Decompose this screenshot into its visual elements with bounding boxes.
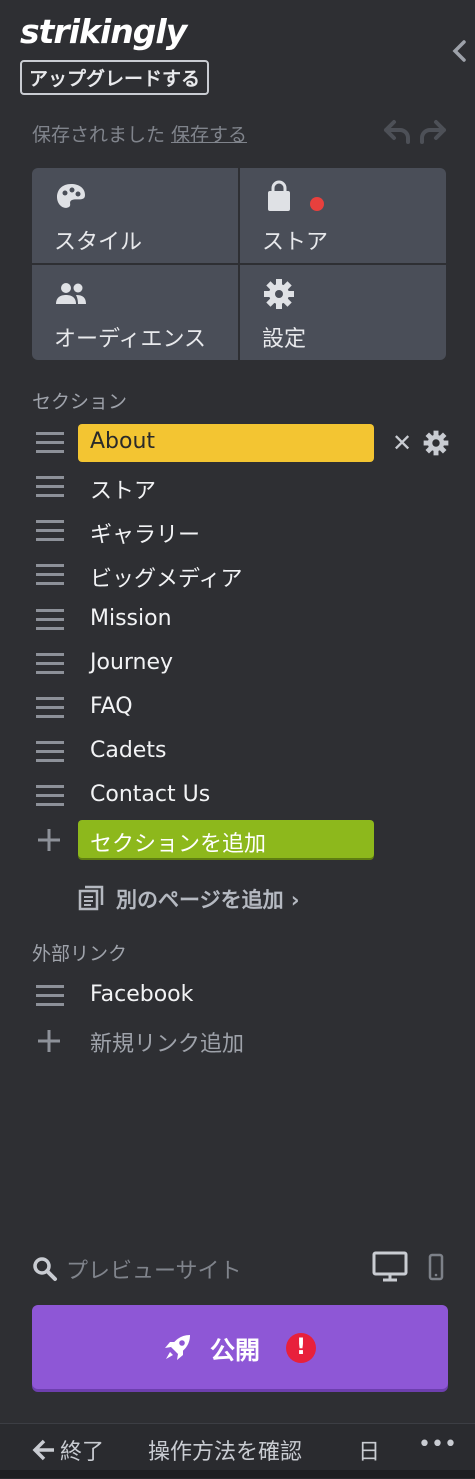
add-section-button[interactable]: セクションを追加 [78,820,374,858]
add-section-row[interactable]: セクションを追加 [0,819,475,859]
upgrade-button[interactable]: アップグレードする [20,60,210,95]
section-label: About [90,429,156,454]
settings-tile[interactable]: 設定 [240,265,446,360]
drag-handle-icon[interactable] [36,697,64,719]
drag-handle-icon[interactable] [36,564,64,586]
section-item-store[interactable]: ストア [0,467,475,507]
audience-tile-label: オーディエンス [54,327,207,352]
people-icon [56,283,86,304]
preview-label: プレビューサイト [66,1259,242,1284]
store-tile[interactable]: ストア [240,168,446,263]
delete-section-icon[interactable]: ✕ [392,429,412,457]
chevron-right-icon: › [290,888,300,912]
plus-icon[interactable] [36,1028,62,1054]
store-notification-badge [310,197,324,211]
desktop-view-icon[interactable] [372,1251,408,1283]
drag-handle-icon[interactable] [36,432,64,454]
search-icon [33,1257,57,1281]
section-item-faq[interactable]: FAQ [0,688,475,728]
link-item-facebook[interactable]: Facebook [0,976,475,1016]
publish-button[interactable]: 公開 ! [32,1305,448,1389]
add-link-row[interactable]: 新規リンク追加 [0,1020,475,1060]
section-item-gallery[interactable]: ギャラリー [0,511,475,551]
add-section-label: セクションを追加 [90,832,267,857]
sections-heading: セクション [32,391,128,413]
drag-handle-icon[interactable] [36,520,64,542]
shopping-bag-icon [268,180,290,211]
section-item-mission[interactable]: Mission [0,600,475,640]
section-label: ビッグメディア [90,567,243,592]
arrow-left-icon [32,1439,54,1461]
rocket-icon [165,1335,190,1360]
warning-alert-icon: ! [286,1333,316,1363]
settings-tile-label: 設定 [262,327,307,352]
redo-icon[interactable] [418,118,450,146]
link-label: Facebook [90,982,194,1007]
section-settings-gear-icon[interactable] [422,429,450,457]
section-item-cadets[interactable]: Cadets [0,732,475,772]
mobile-view-icon[interactable] [428,1253,444,1281]
drag-handle-icon[interactable] [36,653,64,675]
audience-tile[interactable]: オーディエンス [32,265,238,360]
palette-icon [57,184,85,208]
add-page-label: 別のページを追加 [116,888,284,912]
section-label: ギャラリー [90,523,201,548]
pages-icon [78,885,104,911]
drag-handle-icon[interactable] [36,785,64,807]
section-label: ストア [90,479,157,504]
section-label: Journey [90,650,174,675]
section-item-big-media[interactable]: ビッグメディア [0,555,475,595]
section-label: Cadets [90,738,167,763]
style-tile-label: スタイル [54,230,143,255]
help-link[interactable]: 操作方法を確認 [148,1434,302,1466]
external-links-heading: 外部リンク [32,943,128,965]
drag-handle-icon[interactable] [36,609,64,631]
save-link[interactable]: 保存する [171,124,247,146]
section-label: FAQ [90,694,133,719]
section-item-journey[interactable]: Journey [0,644,475,684]
section-item-contact-us[interactable]: Contact Us [0,776,475,816]
section-label: Mission [90,606,172,631]
more-options-icon[interactable]: ••• [418,1432,457,1457]
language-button[interactable]: 日 [358,1434,380,1466]
add-link-label[interactable]: 新規リンク追加 [90,1026,244,1058]
publish-label: 公開 [210,1336,261,1365]
section-item-about[interactable]: About ✕ [0,423,475,463]
logo: strikingly [20,12,187,51]
undo-icon[interactable] [380,118,412,146]
gear-icon [264,279,294,309]
drag-handle-icon[interactable] [36,476,64,498]
drag-handle-icon[interactable] [36,985,64,1007]
drag-handle-icon[interactable] [36,741,64,763]
section-label: Contact Us [90,782,211,807]
store-tile-label: ストア [262,230,329,255]
saved-text: 保存されました [32,124,166,146]
save-status: 保存されました 保存する [32,120,247,147]
bottom-edge [0,1470,475,1478]
plus-icon[interactable] [36,827,62,853]
style-tile[interactable]: スタイル [32,168,238,263]
exit-button[interactable]: 終了 [60,1434,104,1466]
collapse-panel-icon[interactable] [449,36,469,66]
